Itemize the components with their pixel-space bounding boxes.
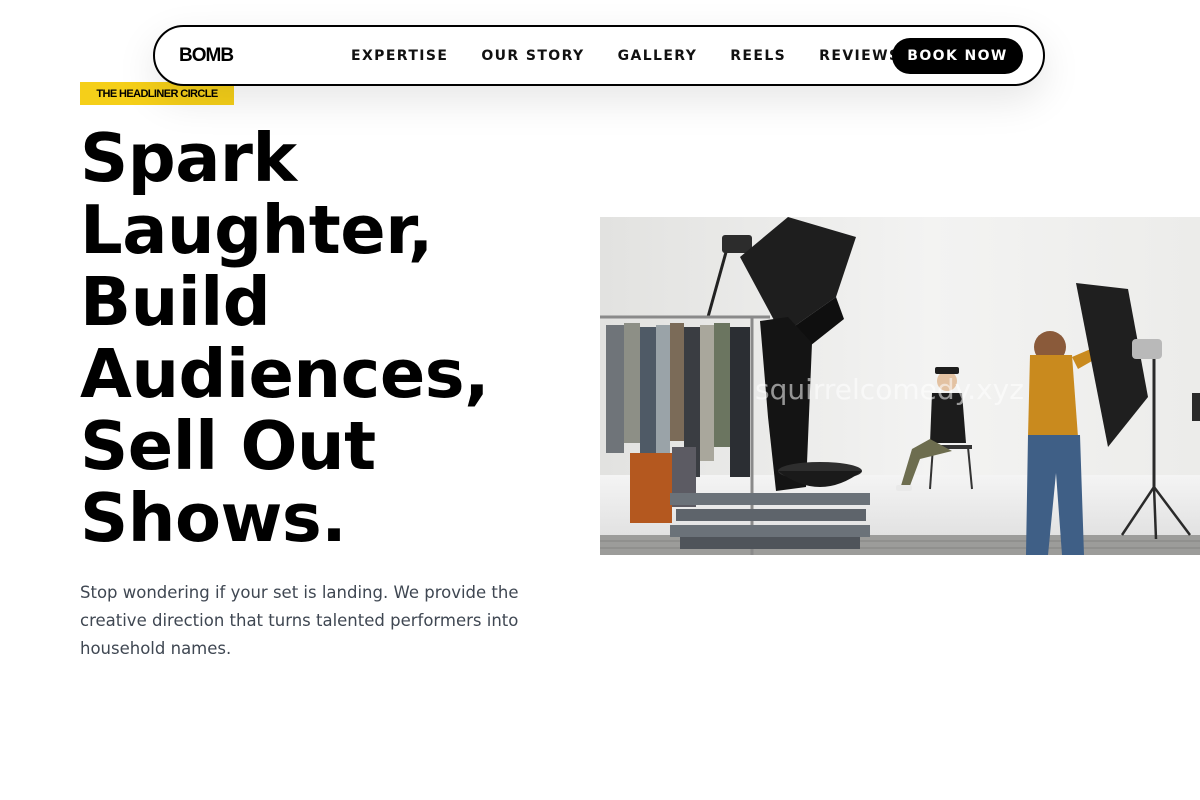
nav-link-gallery[interactable]: GALLERY — [618, 48, 698, 64]
hero-subtext: Stop wondering if your set is landing. W… — [80, 583, 519, 658]
book-now-button[interactable]: BOOK NOW — [892, 38, 1023, 74]
photo-illustration: squirrelcomedy.xyz — [600, 217, 1200, 555]
top-navigation: BOMB EXPERTISE OUR STORY GALLERY REELS R… — [153, 25, 1045, 86]
nav-link-expertise[interactable]: EXPERTISE — [351, 48, 448, 64]
headline-line: Shows. — [80, 479, 347, 557]
nav-links: EXPERTISE OUR STORY GALLERY REELS REVIEW… — [351, 27, 933, 84]
photo-watermark: squirrelcomedy.xyz — [755, 373, 1024, 406]
hero-headline: Spark Laughter, Build Audiences, Sell Ou… — [80, 119, 490, 557]
nav-link-reels[interactable]: REELS — [730, 48, 786, 64]
headline-line: Spark — [80, 119, 297, 197]
brand-logo[interactable]: BOMB — [179, 45, 234, 67]
headline-line: Build — [80, 263, 271, 341]
nav-link-reviews[interactable]: REVIEWS — [819, 48, 900, 64]
headline-line: Sell Out — [80, 407, 376, 485]
headline-line: Laughter, — [80, 191, 433, 269]
headline-line: Audiences, — [80, 335, 490, 413]
studio-photoshoot-image: squirrelcomedy.xyz — [600, 217, 1200, 555]
nav-link-our-story[interactable]: OUR STORY — [481, 48, 584, 64]
